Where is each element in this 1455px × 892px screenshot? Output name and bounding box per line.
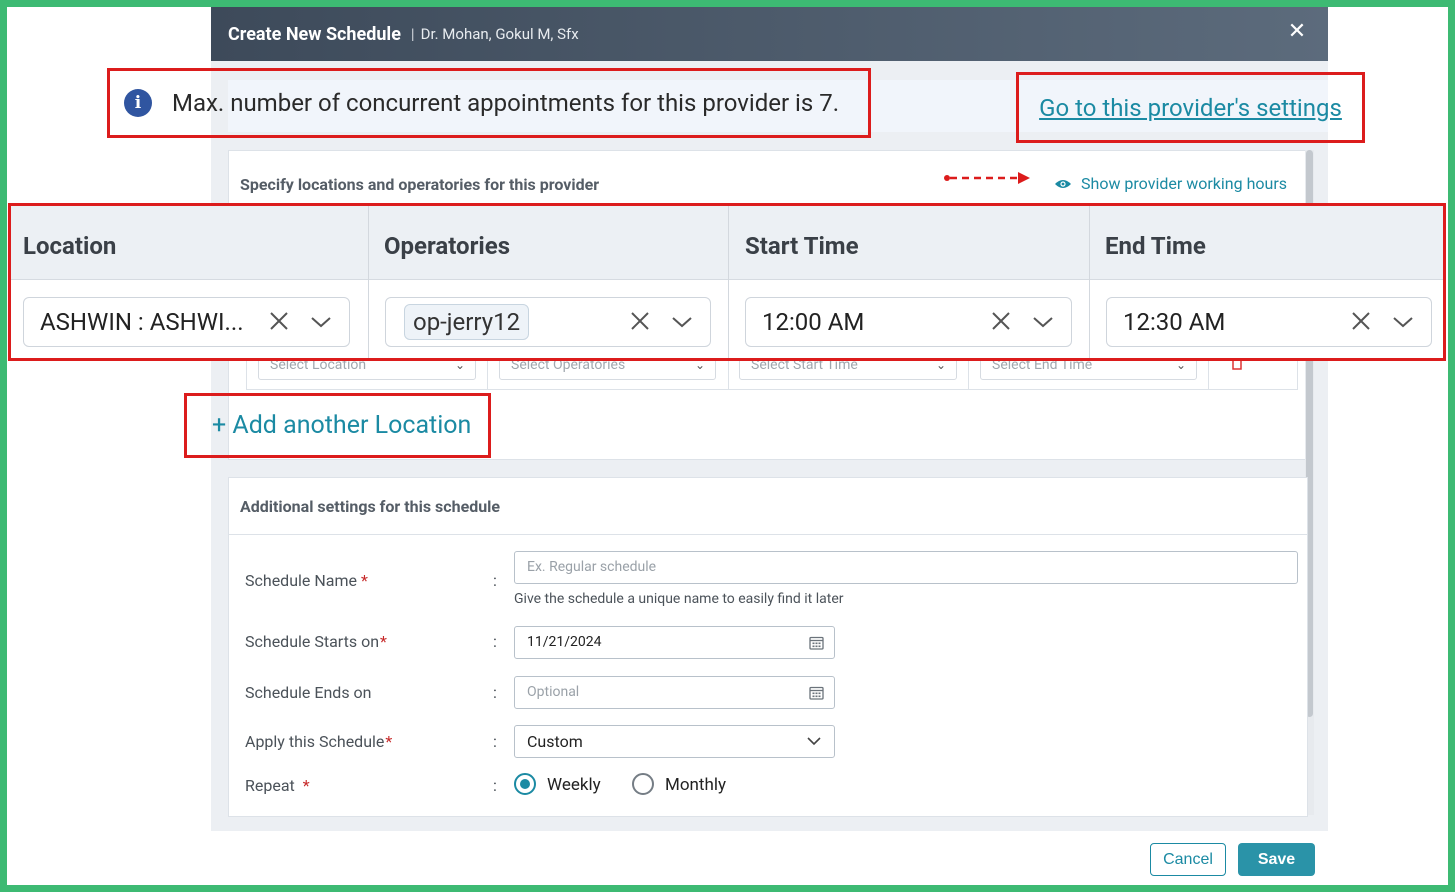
column-divider	[1089, 206, 1090, 358]
schedule-name-input[interactable]: Ex. Regular schedule	[514, 551, 1298, 584]
location-select[interactable]: ASHWIN : ASHWI...	[23, 297, 350, 347]
location-value: ASHWIN : ASHWI...	[40, 308, 244, 336]
provider-settings-box: Go to this provider's settings	[1016, 72, 1365, 143]
clear-icon[interactable]	[1349, 309, 1373, 333]
required-marker: *	[380, 632, 387, 651]
clear-icon[interactable]	[989, 309, 1013, 333]
clear-icon[interactable]	[628, 309, 652, 333]
start-date-input[interactable]: 11/21/2024	[514, 626, 835, 659]
colon: :	[493, 571, 497, 590]
schedule-name-label: Schedule Name *	[245, 571, 368, 590]
column-header-location: Location	[23, 232, 117, 260]
colon: :	[493, 683, 497, 702]
chevron-down-icon[interactable]	[670, 312, 694, 332]
title-separator: |	[410, 25, 415, 43]
column-header-end-time: End Time	[1105, 232, 1206, 260]
end-time-value: 12:30 AM	[1123, 308, 1226, 336]
apply-schedule-label: Apply this Schedule*	[245, 732, 392, 751]
repeat-weekly-label[interactable]: Weekly	[547, 775, 601, 795]
end-time-select[interactable]: 12:30 AM	[1106, 297, 1432, 347]
info-message: Max. number of concurrent appointments f…	[172, 89, 840, 117]
concurrent-appointments-info: i Max. number of concurrent appointments…	[107, 68, 871, 138]
starts-on-text: Schedule Starts on	[245, 632, 380, 651]
repeat-text: Repeat	[245, 776, 295, 795]
end-date-placeholder: Optional	[527, 684, 580, 700]
info-icon: i	[124, 89, 152, 117]
schedule-name-hint: Give the schedule a unique name to easil…	[514, 591, 844, 607]
column-divider	[728, 206, 729, 358]
chevron-down-icon[interactable]	[309, 312, 333, 332]
cancel-button[interactable]: Cancel	[1150, 843, 1226, 876]
column-header-operatories: Operatories	[384, 232, 511, 260]
repeat-monthly-label[interactable]: Monthly	[665, 775, 726, 795]
location-table-header	[11, 206, 1443, 280]
locations-card-title: Specify locations and operatories for th…	[240, 175, 600, 194]
required-marker: *	[302, 776, 310, 795]
chevron-down-icon[interactable]	[1031, 312, 1055, 332]
working-hours-label: Show provider working hours	[1081, 174, 1288, 193]
location-table: Location Operatories Start Time End Time…	[8, 203, 1446, 361]
required-marker: *	[385, 732, 393, 751]
start-time-select[interactable]: 12:00 AM	[745, 297, 1072, 347]
apply-schedule-select[interactable]: Custom	[514, 725, 835, 758]
schedule-name-placeholder: Ex. Regular schedule	[527, 559, 657, 575]
save-button[interactable]: Save	[1238, 843, 1315, 876]
colon: :	[493, 732, 497, 751]
apply-schedule-text: Apply this Schedule	[245, 732, 385, 751]
repeat-weekly-radio[interactable]	[514, 773, 536, 795]
required-marker: *	[361, 571, 368, 590]
colon: :	[493, 632, 497, 651]
dashed-arrow-annotation	[944, 172, 1030, 184]
calendar-icon[interactable]	[809, 685, 824, 700]
ends-on-label: Schedule Ends on	[245, 683, 372, 702]
modal-header: Create New Schedule | Dr. Mohan, Gokul M…	[211, 7, 1328, 61]
repeat-monthly-radio[interactable]	[632, 773, 654, 795]
colon: :	[493, 776, 497, 795]
eye-icon	[1055, 179, 1071, 188]
column-divider	[368, 206, 369, 358]
start-date-value: 11/21/2024	[527, 634, 602, 650]
provider-settings-link[interactable]: Go to this provider's settings	[1039, 94, 1342, 122]
schedule-name-text: Schedule Name	[245, 571, 357, 590]
operatory-chip[interactable]: op-jerry12	[404, 304, 530, 340]
apply-schedule-value: Custom	[527, 732, 583, 751]
operatories-select[interactable]: op-jerry12	[385, 297, 711, 347]
calendar-icon[interactable]	[809, 635, 824, 650]
add-another-location-link[interactable]: + Add another Location	[212, 411, 471, 440]
chevron-down-icon	[807, 737, 821, 746]
starts-on-label: Schedule Starts on*	[245, 632, 387, 651]
column-header-start-time: Start Time	[745, 232, 859, 260]
chevron-down-icon[interactable]	[1391, 312, 1415, 332]
repeat-label: Repeat *	[245, 776, 310, 795]
provider-name: Dr. Mohan, Gokul M, Sfx	[420, 25, 579, 43]
close-icon[interactable]: ✕	[1286, 21, 1308, 43]
clear-icon[interactable]	[267, 309, 291, 333]
end-date-input[interactable]: Optional	[514, 676, 835, 709]
show-working-hours-link[interactable]: Show provider working hours	[1054, 174, 1287, 193]
start-time-value: 12:00 AM	[762, 308, 865, 336]
additional-settings-title: Additional settings for this schedule	[240, 497, 501, 516]
add-location-box: + Add another Location	[184, 393, 491, 458]
modal-title: Create New Schedule	[228, 23, 401, 45]
